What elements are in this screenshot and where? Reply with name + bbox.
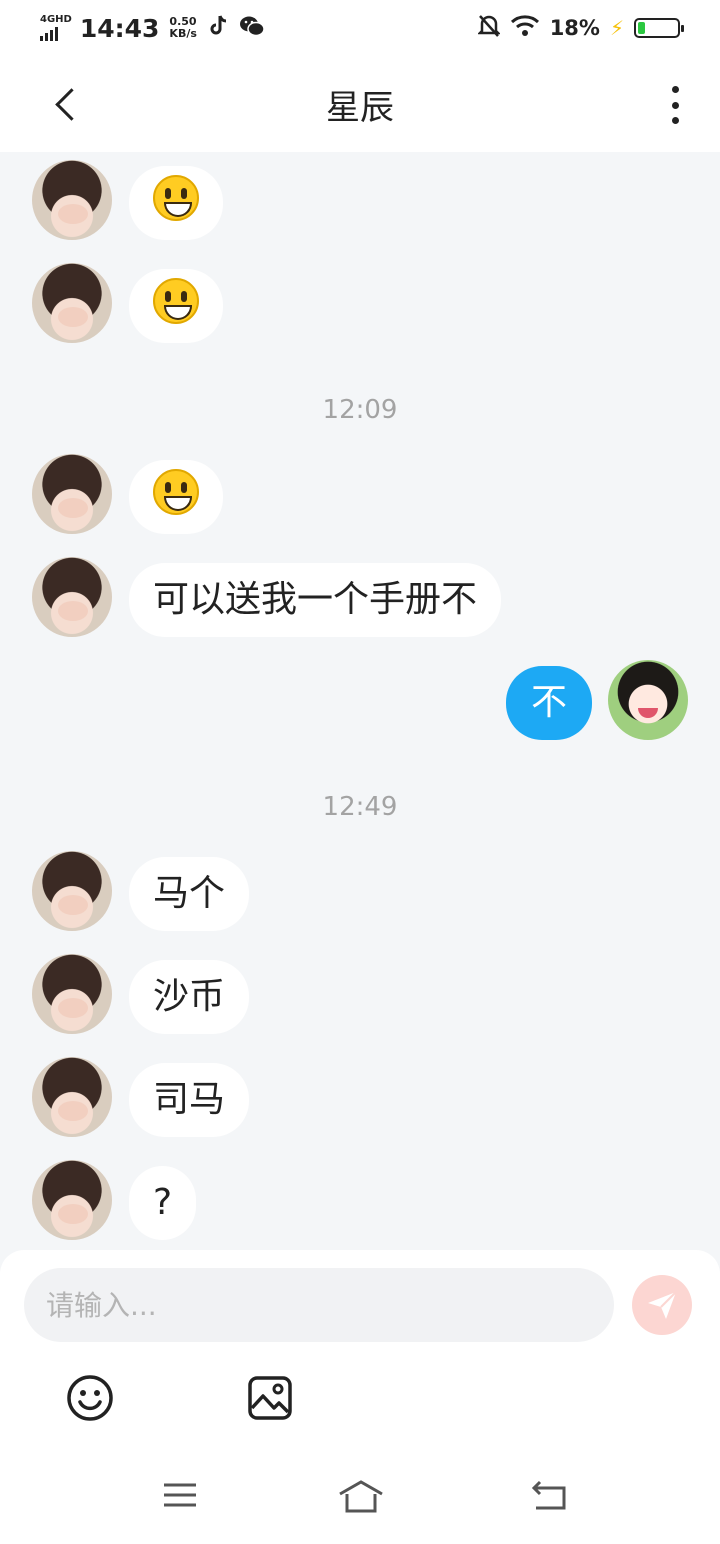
message-list[interactable]: 12:09 可以送我一个手册不 不 12:49 马个 沙币 司马 ? bbox=[0, 152, 720, 1252]
timestamp: 12:09 bbox=[322, 395, 398, 425]
image-button[interactable] bbox=[246, 1374, 294, 1422]
battery-fill bbox=[638, 22, 645, 34]
menu-icon bbox=[164, 1483, 196, 1507]
send-icon bbox=[648, 1291, 677, 1319]
message-bubble[interactable]: 马个 bbox=[129, 857, 250, 931]
contact-avatar[interactable] bbox=[32, 1160, 112, 1240]
home-icon bbox=[339, 1480, 383, 1513]
message-bubble[interactable]: 可以送我一个手册不 bbox=[129, 563, 502, 637]
message-bubble-mine[interactable]: 不 bbox=[506, 666, 592, 740]
contact-avatar[interactable] bbox=[32, 557, 112, 637]
send-button[interactable] bbox=[632, 1275, 692, 1335]
status-right-group: 18% ⚡ bbox=[476, 14, 684, 42]
status-time: 14:43 bbox=[79, 13, 160, 43]
chat-title: 星辰 bbox=[326, 87, 394, 128]
battery-percent: 18% bbox=[549, 16, 600, 40]
more-options-button[interactable] bbox=[660, 86, 690, 124]
smiley-face-icon bbox=[153, 469, 199, 515]
wechat-icon bbox=[239, 15, 265, 42]
battery-icon bbox=[634, 18, 684, 38]
wifi-icon bbox=[510, 14, 540, 42]
contact-avatar[interactable] bbox=[32, 263, 112, 343]
image-icon bbox=[248, 1376, 292, 1420]
chat-header: 星辰 bbox=[0, 56, 720, 152]
charging-bolt-icon: ⚡ bbox=[609, 16, 624, 40]
cellular-signal: 4GHD bbox=[40, 15, 72, 41]
contact-avatar[interactable] bbox=[32, 160, 112, 240]
system-nav-bar bbox=[0, 1450, 720, 1544]
mute-bell-icon bbox=[476, 14, 501, 42]
network-speed: 0.50 KB/s bbox=[169, 16, 196, 40]
message-bubble[interactable] bbox=[129, 166, 223, 240]
home-button[interactable] bbox=[338, 1480, 384, 1516]
contact-avatar[interactable] bbox=[32, 851, 112, 931]
network-type: 4GHD bbox=[40, 14, 72, 25]
my-avatar[interactable] bbox=[608, 660, 688, 740]
emoji-button[interactable] bbox=[66, 1374, 114, 1422]
menu-button[interactable] bbox=[162, 1480, 202, 1516]
speed-unit: KB/s bbox=[169, 27, 197, 40]
contact-avatar[interactable] bbox=[32, 454, 112, 534]
message-bubble[interactable]: 司马 bbox=[129, 1063, 250, 1137]
timestamp: 12:49 bbox=[322, 792, 398, 822]
more-vertical-icon bbox=[671, 86, 679, 93]
composer bbox=[0, 1250, 720, 1450]
back-icon bbox=[531, 1480, 566, 1510]
message-bubble[interactable]: ? bbox=[129, 1166, 197, 1240]
tiktok-icon bbox=[209, 14, 229, 42]
message-input[interactable] bbox=[24, 1268, 614, 1342]
message-bubble[interactable]: 沙币 bbox=[129, 960, 250, 1034]
smiley-face-icon bbox=[153, 278, 199, 324]
contact-avatar[interactable] bbox=[32, 1057, 112, 1137]
back-nav-button[interactable] bbox=[530, 1480, 570, 1516]
emoji-icon bbox=[67, 1375, 113, 1421]
signal-bars-icon bbox=[40, 27, 72, 41]
message-bubble[interactable] bbox=[129, 269, 223, 343]
smiley-face-icon bbox=[153, 175, 199, 221]
back-button[interactable] bbox=[44, 78, 88, 130]
contact-avatar[interactable] bbox=[32, 954, 112, 1034]
message-bubble[interactable] bbox=[129, 460, 223, 534]
status-bar: 4GHD 14:43 0.50 KB/s 18% ⚡ bbox=[0, 0, 720, 56]
